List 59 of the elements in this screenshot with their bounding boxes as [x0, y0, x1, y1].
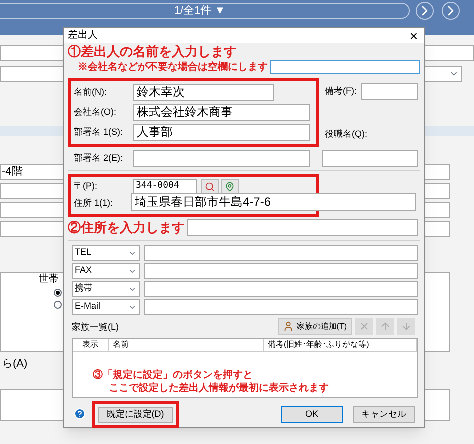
text-field[interactable]: 鈴木幸次 — [133, 84, 274, 101]
search-icon — [205, 182, 215, 192]
text-field[interactable] — [361, 83, 418, 100]
window-title: 差出人 — [68, 28, 98, 43]
annotation-text: ここで設定した差出人情報が最初に表示されます — [108, 382, 330, 395]
dropdown-value: TEL — [75, 246, 92, 260]
address-field[interactable]: 埼玉県春日部市牛島4-7-6 — [131, 193, 416, 211]
contact-field[interactable] — [144, 245, 418, 261]
pager-bar[interactable]: 1/全1件 ▼ — [0, 3, 410, 19]
option-label: ら(A) — [2, 357, 29, 372]
dropdown-value: E-Mail — [75, 300, 101, 314]
contact-field[interactable] — [144, 281, 418, 297]
map-button[interactable] — [221, 179, 239, 194]
dropdown-value: 携帯 — [75, 282, 93, 296]
radio-button[interactable] — [54, 289, 62, 297]
help-icon[interactable] — [74, 408, 86, 420]
cancel-button[interactable]: キャンセル — [353, 406, 415, 423]
contact-type-dropdown[interactable]: E-Mail — [72, 299, 140, 315]
field-label: 部署名 1(S): — [74, 126, 124, 139]
add-family-button[interactable]: 家族の追加(T) — [278, 318, 352, 335]
annotation-text: ②住所を入力します — [68, 220, 185, 236]
text-field[interactable] — [187, 219, 418, 236]
section-label: 家族一覧(L) — [72, 320, 120, 334]
column-header: 世帯 — [39, 273, 59, 287]
delete-icon[interactable] — [355, 318, 373, 335]
column-header: 表示 — [73, 339, 109, 351]
map-pin-icon — [225, 182, 235, 192]
next-icon[interactable] — [416, 2, 434, 20]
field-label: 会社名(O): — [74, 106, 118, 119]
postal-field[interactable]: 344-0004 — [133, 179, 197, 194]
field-label: 住所 1(1): — [74, 197, 114, 210]
dropdown-value: FAX — [75, 264, 92, 278]
column-header: 備考(旧姓･年齢･ふりがな等) — [264, 339, 417, 351]
contact-field[interactable] — [144, 263, 418, 279]
radio-button[interactable] — [54, 301, 62, 309]
contact-type-dropdown[interactable]: TEL — [72, 245, 140, 261]
contact-type-dropdown[interactable]: 携帯 — [72, 281, 140, 297]
field-label: 備考(F): — [325, 84, 357, 98]
text-field[interactable]: 株式会社鈴木商事 — [133, 104, 310, 121]
column-header: 名前 — [109, 339, 264, 351]
close-button[interactable]: × — [408, 28, 420, 42]
ok-button[interactable]: OK — [281, 406, 343, 423]
set-default-button[interactable]: 既定に設定(D) — [98, 406, 173, 423]
postal-search-button[interactable] — [201, 179, 219, 194]
contact-field[interactable] — [144, 299, 418, 315]
pager-text: 1/全1件 ▼ — [174, 4, 226, 18]
person-icon — [282, 321, 294, 332]
field-label: 役職名(Q): — [325, 128, 368, 141]
field-label: 名前(N): — [74, 86, 108, 99]
text-field[interactable] — [322, 150, 418, 167]
text-field[interactable] — [270, 60, 420, 74]
field-label: 〒(P): — [74, 180, 98, 193]
contact-type-dropdown[interactable]: FAX — [72, 263, 140, 279]
text-field[interactable]: 人事部 — [133, 124, 310, 141]
text-field[interactable] — [133, 150, 310, 167]
annotation-text: ③「規定に設定」のボタンを押すと — [93, 369, 254, 382]
annotation-text: ※会社名などが不要な場合は空欄にします — [77, 61, 268, 74]
annotation-text: ①差出人の名前を入力します — [68, 44, 237, 60]
field-label: 部署名 2(E): — [74, 152, 124, 165]
